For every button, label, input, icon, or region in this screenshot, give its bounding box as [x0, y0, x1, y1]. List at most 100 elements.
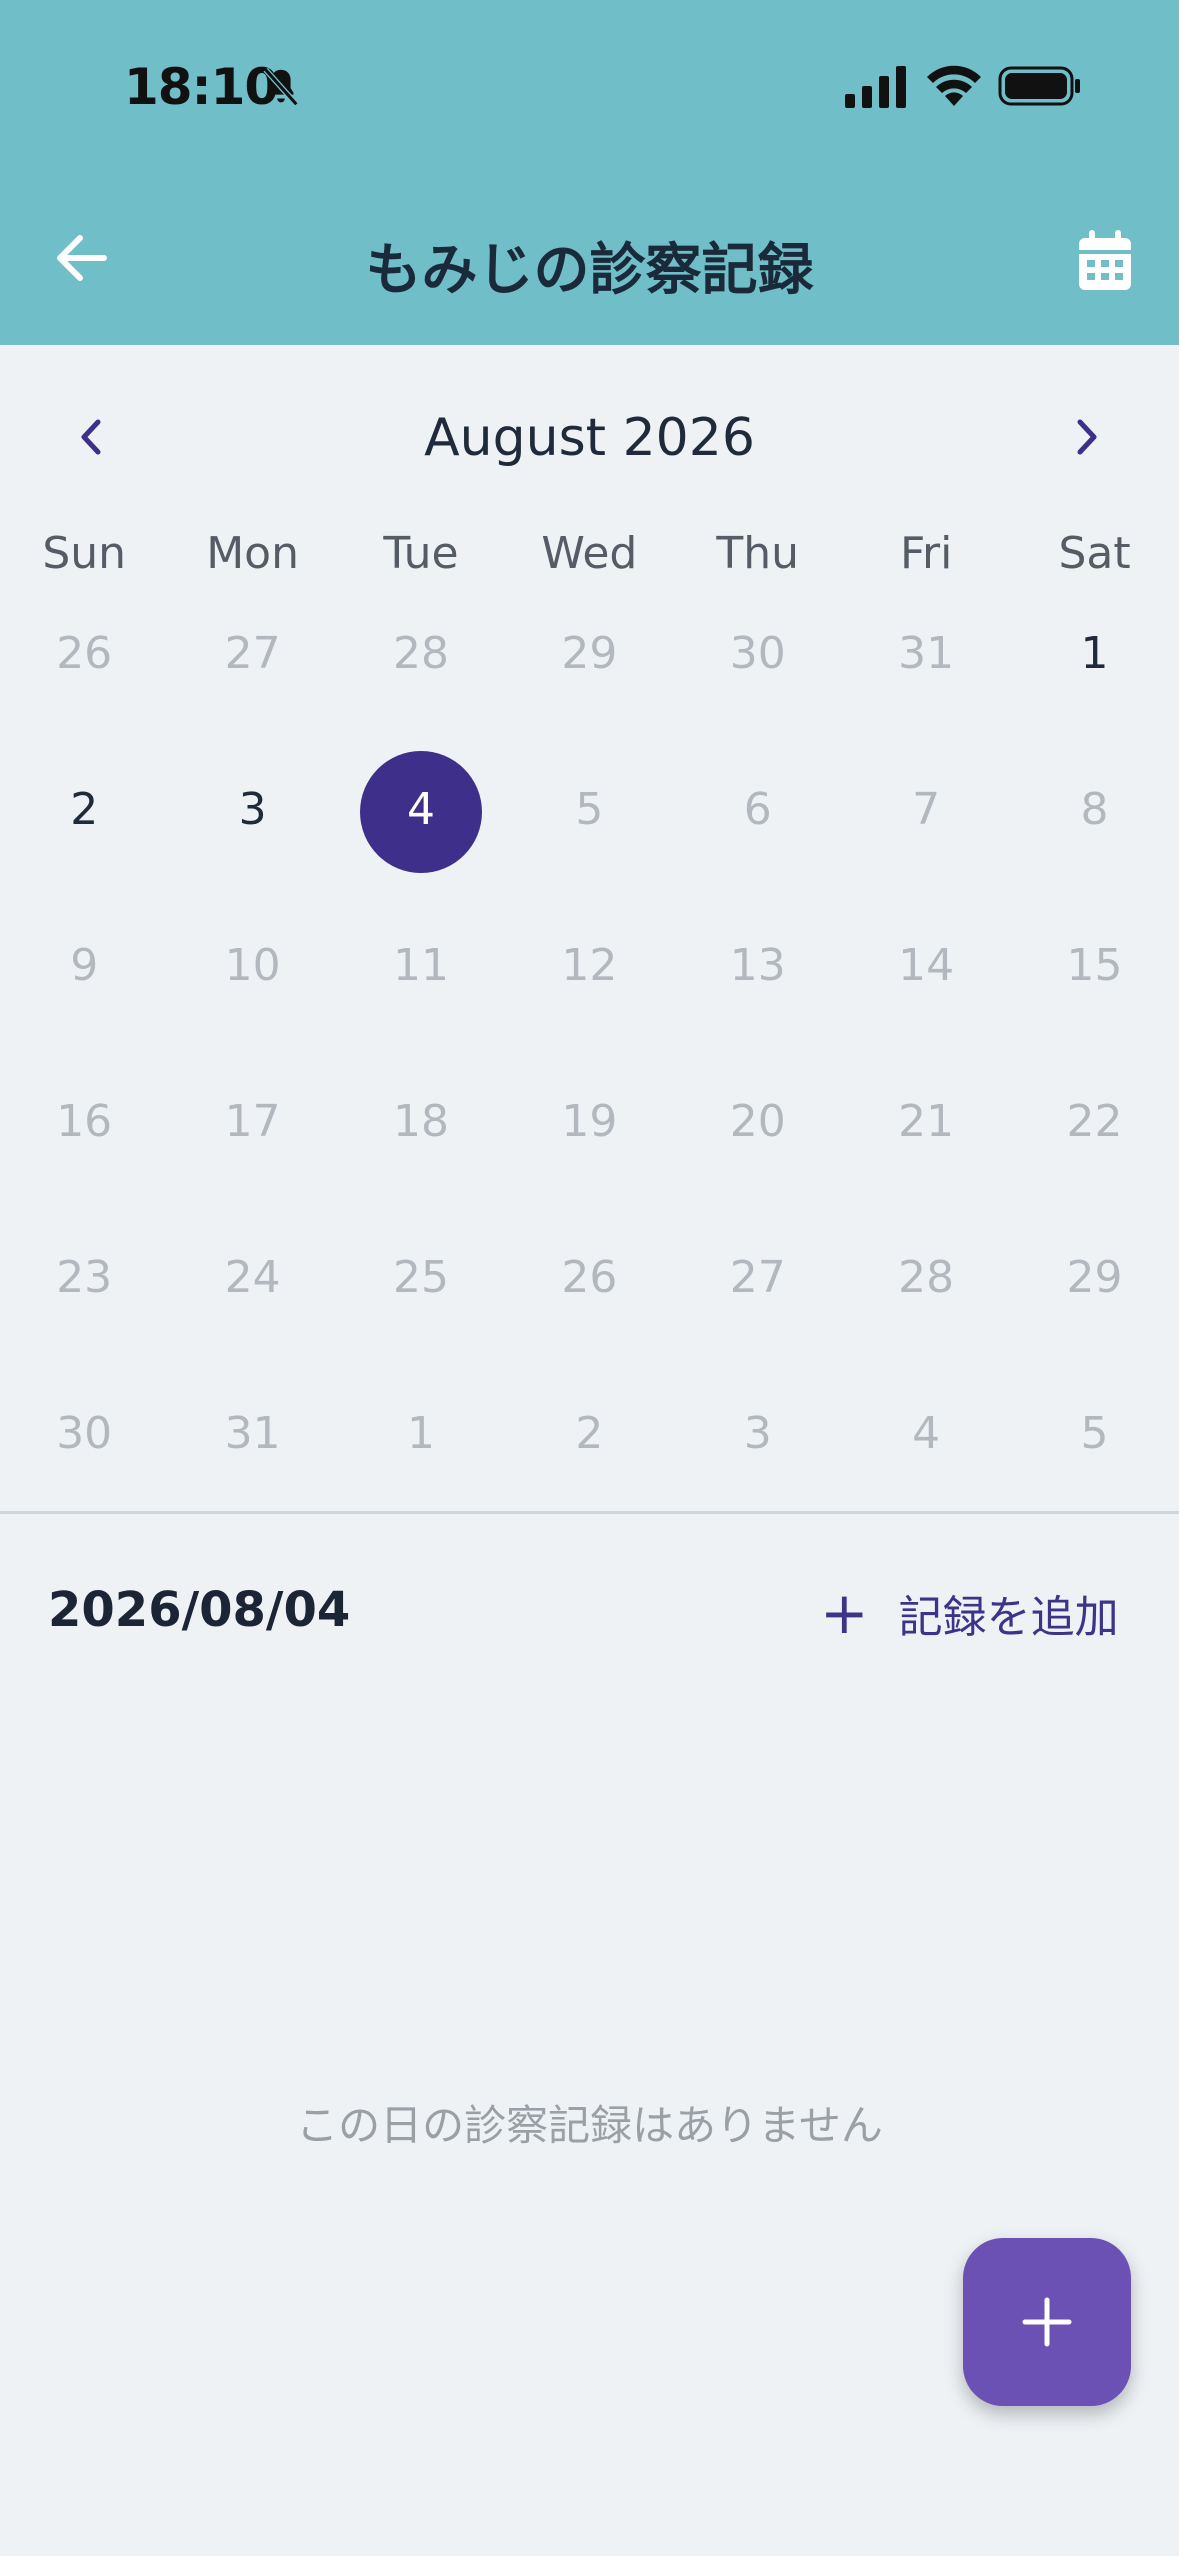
calendar-grid: 26 27 28 29 30 31 1 2 3 4 5 6 7 8 9 10 11 12 13 14 15 16 17 18 1… — [0, 606, 1179, 1542]
calendar-day-number: 31 — [898, 628, 955, 679]
status-time: 18:10 — [124, 58, 279, 116]
calendar-day-number: 14 — [898, 940, 955, 991]
calendar-day: 6 — [674, 762, 842, 918]
chevron-right-icon[interactable] — [1068, 412, 1108, 462]
calendar-day: 22 — [1010, 1074, 1178, 1230]
calendar-day-number: 27 — [729, 1252, 786, 1303]
wifi-icon — [927, 65, 981, 106]
calendar-day[interactable]: 4 — [337, 751, 505, 918]
calendar-day-number: 9 — [70, 940, 99, 991]
calendar-day-number: 12 — [561, 940, 618, 991]
calendar-day-number: 28 — [392, 628, 449, 679]
add-record-button[interactable]: + 記録を追加 — [820, 1578, 1119, 1648]
calendar-day: 19 — [505, 1074, 673, 1230]
selected-date-label: 2026/08/04 — [48, 1582, 351, 1638]
calendar-day-number: 15 — [1066, 940, 1123, 991]
calendar-day-number: 5 — [575, 784, 604, 835]
battery-icon — [998, 66, 1080, 106]
calendar-day-number: 13 — [729, 940, 786, 991]
calendar-day[interactable]: 2 — [0, 762, 168, 918]
calendar-day: 15 — [1010, 918, 1178, 1074]
calendar-day: 27 — [674, 1230, 842, 1386]
calendar-day: 23 — [0, 1230, 168, 1386]
page-title: もみじの診察記録 — [365, 238, 814, 303]
calendar-day-number: 31 — [224, 1408, 281, 1459]
weekday-label: Thu — [716, 528, 800, 579]
calendar-day-number: 19 — [561, 1096, 618, 1147]
calendar-day: 14 — [842, 918, 1010, 1074]
calendar-day: 7 — [842, 762, 1010, 918]
calendar-day-number: 3 — [743, 1408, 772, 1459]
calendar-day-number: 30 — [56, 1408, 113, 1459]
add-fab-button[interactable] — [963, 2238, 1131, 2406]
calendar-day-number: 29 — [561, 628, 618, 679]
calendar-day-number: 17 — [224, 1096, 281, 1147]
calendar-day-number: 2 — [70, 784, 99, 835]
calendar-day-number: 27 — [224, 628, 281, 679]
calendar-day: 1 — [337, 1386, 505, 1542]
calendar-day: 26 — [0, 606, 168, 762]
weekday-label: Sun — [42, 528, 127, 579]
weekday-label: Wed — [541, 528, 638, 579]
calendar-day-number: 3 — [238, 784, 267, 835]
calendar-day: 28 — [337, 606, 505, 762]
calendar-day: 24 — [168, 1230, 336, 1386]
calendar-day: 4 — [842, 1386, 1010, 1542]
calendar-day: 25 — [337, 1230, 505, 1386]
calendar-day: 5 — [1010, 1386, 1178, 1542]
divider — [0, 1511, 1179, 1514]
month-title: August 2026 — [424, 408, 755, 468]
calendar-day[interactable]: 1 — [1010, 606, 1178, 762]
calendar-day: 10 — [168, 918, 336, 1074]
calendar-day: 28 — [842, 1230, 1010, 1386]
calendar-day-number: 25 — [392, 1252, 449, 1303]
calendar-day: 17 — [168, 1074, 336, 1230]
calendar-day: 21 — [842, 1074, 1010, 1230]
calendar-day: 30 — [0, 1386, 168, 1542]
calendar-day: 29 — [505, 606, 673, 762]
app-header: 18:10 もみじの診察記録 — [0, 0, 1179, 345]
calendar-day: 11 — [337, 918, 505, 1074]
calendar-day: 3 — [674, 1386, 842, 1542]
calendar-day-number: 4 — [912, 1408, 941, 1459]
calendar-day-number: 10 — [224, 940, 281, 991]
calendar-day: 16 — [0, 1074, 168, 1230]
calendar-day-number: 28 — [898, 1252, 955, 1303]
weekday-label: Fri — [899, 528, 953, 579]
plus-icon: + — [820, 1579, 869, 1647]
calendar-day-number: 23 — [56, 1252, 113, 1303]
calendar-day: 13 — [674, 918, 842, 1074]
calendar-day-number: 8 — [1080, 784, 1109, 835]
calendar-day[interactable]: 3 — [168, 762, 336, 918]
calendar-day-number: 7 — [912, 784, 941, 835]
calendar-day-number: 6 — [743, 784, 772, 835]
calendar-day-number: 20 — [729, 1096, 786, 1147]
calendar-day-number: 5 — [1080, 1408, 1109, 1459]
calendar-day-number: 21 — [898, 1096, 955, 1147]
calendar-day-number: 26 — [561, 1252, 618, 1303]
calendar-day: 2 — [505, 1386, 673, 1542]
calendar-day: 8 — [1010, 762, 1178, 918]
weekday-label: Sat — [1058, 528, 1131, 579]
add-record-label: 記録を追加 — [898, 1592, 1119, 1643]
empty-state-message: この日の診察記録はありません — [296, 2101, 883, 2150]
calendar-day-number: 1 — [406, 1408, 435, 1459]
bell-muted-icon — [263, 67, 299, 107]
weekday-header: Sun Mon Tue Wed Thu Fri Sat — [0, 528, 1179, 588]
calendar-day: 26 — [505, 1230, 673, 1386]
calendar-day-number: 4 — [406, 784, 435, 835]
month-navigation: August 2026 — [0, 400, 1179, 480]
cellular-signal-icon — [845, 66, 906, 108]
calendar-day: 31 — [842, 606, 1010, 762]
calendar-day: 12 — [505, 918, 673, 1074]
calendar-day: 29 — [1010, 1230, 1178, 1386]
calendar-day-number: 26 — [56, 628, 113, 679]
calendar-icon[interactable] — [1075, 228, 1135, 294]
calendar-day-number: 16 — [56, 1096, 113, 1147]
weekday-label: Tue — [383, 528, 459, 579]
calendar-day-number: 22 — [1066, 1096, 1123, 1147]
calendar-day: 30 — [674, 606, 842, 762]
calendar-day-number: 30 — [729, 628, 786, 679]
calendar-day-number: 24 — [224, 1252, 281, 1303]
calendar-day-number: 18 — [392, 1096, 449, 1147]
